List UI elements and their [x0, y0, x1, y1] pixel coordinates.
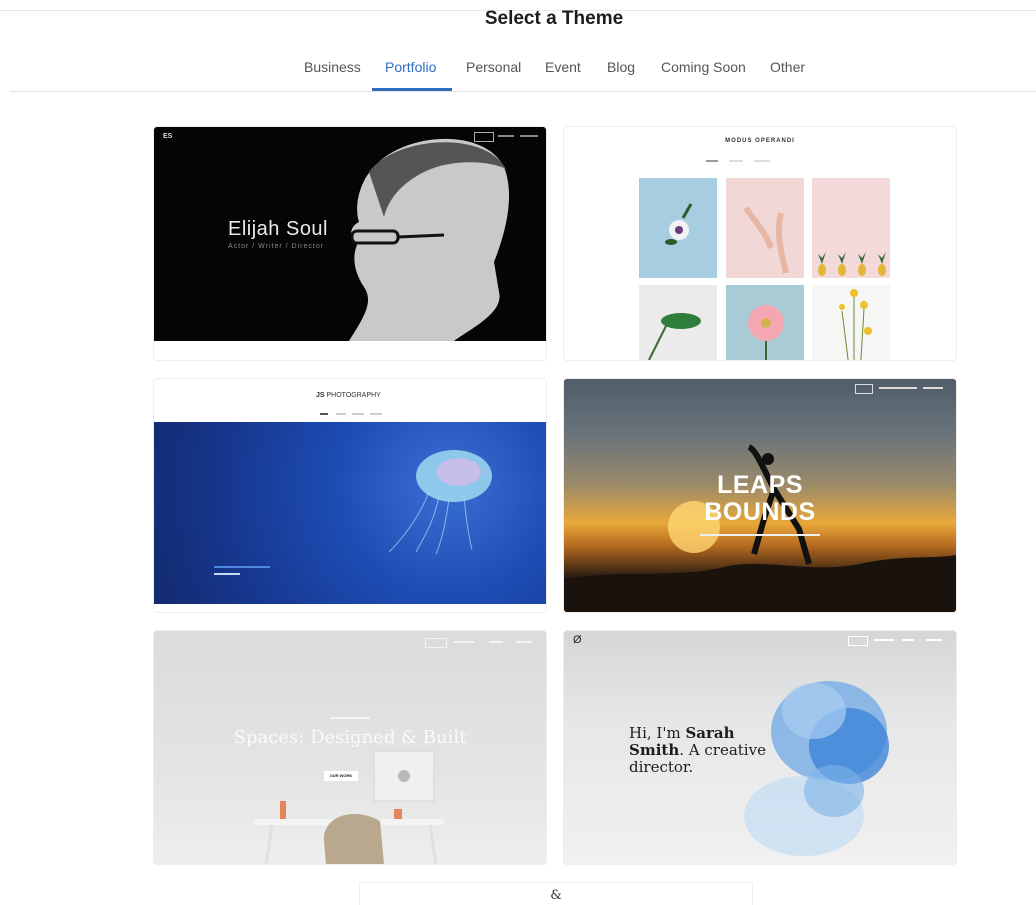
- theme-brand: &: [550, 888, 562, 903]
- theme-footer: [154, 604, 546, 612]
- theme-brand: JS PHOTOGRAPHY: [316, 392, 381, 399]
- our-work-button: OUR WORK: [324, 771, 358, 781]
- theme-eyebrow: [330, 717, 370, 719]
- mini-nav-item: [370, 413, 382, 415]
- mini-nav-item: [454, 641, 474, 643]
- theme-logo: ES: [163, 133, 173, 140]
- theme-tagline: [700, 534, 820, 536]
- gallery-tile-leaf: [639, 285, 717, 360]
- theme-card-leaps-bounds[interactable]: LEAPS BOUNDS: [564, 379, 956, 612]
- gallery-tile-flower: [639, 178, 717, 278]
- gallery-tile-pineapples: [812, 178, 890, 278]
- mini-nav-item: [754, 160, 770, 162]
- tab-event[interactable]: Event: [545, 59, 581, 75]
- mini-nav-item: [489, 641, 503, 643]
- tab-personal[interactable]: Personal: [466, 59, 521, 75]
- theme-brand: MODUS OPERANDI: [725, 138, 795, 144]
- theme-preview: ES Elijah Soul Actor / Writer / Director: [154, 127, 546, 341]
- mini-nav-item: [336, 413, 346, 415]
- page-title: Select a Theme: [484, 8, 624, 29]
- theme-headline-line1: LEAPS: [717, 471, 803, 499]
- mini-nav-item: [516, 641, 532, 643]
- brand-mark: JS: [316, 392, 325, 399]
- mini-nav-item: [879, 387, 917, 389]
- gallery-tile-yellow-flowers: [812, 285, 890, 360]
- mini-nav-home: [425, 638, 447, 648]
- gallery-tile-hands: [726, 178, 804, 278]
- theme-preview: LEAPS BOUNDS: [564, 379, 956, 612]
- theme-card-modus-operandi[interactable]: MODUS OPERANDI: [564, 127, 956, 360]
- mini-nav-item: [320, 413, 328, 415]
- tab-other[interactable]: Other: [770, 59, 805, 75]
- brand-text: PHOTOGRAPHY: [326, 392, 381, 399]
- mini-nav-item: [926, 639, 942, 641]
- tab-business[interactable]: Business: [304, 59, 361, 75]
- tab-coming-soon[interactable]: Coming Soon: [661, 59, 746, 75]
- mini-nav-home: [848, 636, 868, 646]
- mini-nav-item: [352, 413, 364, 415]
- theme-card-sarah-smith[interactable]: Ø Hi, I'm Sarah Smith. A creative direct…: [564, 631, 956, 864]
- theme-header: JS PHOTOGRAPHY: [154, 379, 546, 422]
- theme-preview: [154, 422, 546, 604]
- theme-card-elijah-soul[interactable]: ES Elijah Soul Actor / Writer / Director: [154, 127, 546, 360]
- mini-nav-item: [923, 387, 943, 389]
- greeting-prefix: Hi, I'm: [629, 724, 686, 742]
- theme-card-partial[interactable]: &: [360, 883, 752, 905]
- theme-subtitle: Actor / Writer / Director: [228, 243, 325, 250]
- mini-nav-item: [706, 160, 718, 162]
- theme-logo: Ø: [573, 634, 582, 646]
- tab-portfolio[interactable]: Portfolio: [385, 59, 436, 75]
- jellyfish-illustration: [214, 450, 492, 575]
- theme-greeting: Hi, I'm Sarah Smith. A creative director…: [629, 725, 789, 776]
- mini-nav-home: [855, 384, 873, 394]
- mini-nav-home: [474, 132, 494, 142]
- mini-nav-item: [902, 639, 914, 641]
- mini-nav-item: [498, 135, 514, 137]
- theme-heading: Spaces: Designed & Built: [233, 727, 467, 748]
- mini-nav-item: [874, 639, 894, 641]
- theme-headline-line2: BOUNDS: [704, 498, 816, 526]
- mini-nav-item: [520, 135, 538, 137]
- portrait-illustration: [349, 138, 510, 341]
- theme-card-spaces[interactable]: Spaces: Designed & Built OUR WORK: [154, 631, 546, 864]
- gallery-tile-gerbera: [726, 285, 804, 360]
- theme-preview: Spaces: Designed & Built OUR WORK: [154, 631, 546, 864]
- theme-name: Elijah Soul: [228, 218, 329, 240]
- theme-card-js-photography[interactable]: JS PHOTOGRAPHY: [154, 379, 546, 612]
- tabs-divider: [10, 91, 1036, 92]
- tab-blog[interactable]: Blog: [607, 59, 635, 75]
- theme-preview: Ø Hi, I'm Sarah Smith. A creative direct…: [564, 631, 956, 864]
- mini-nav-item: [729, 160, 743, 162]
